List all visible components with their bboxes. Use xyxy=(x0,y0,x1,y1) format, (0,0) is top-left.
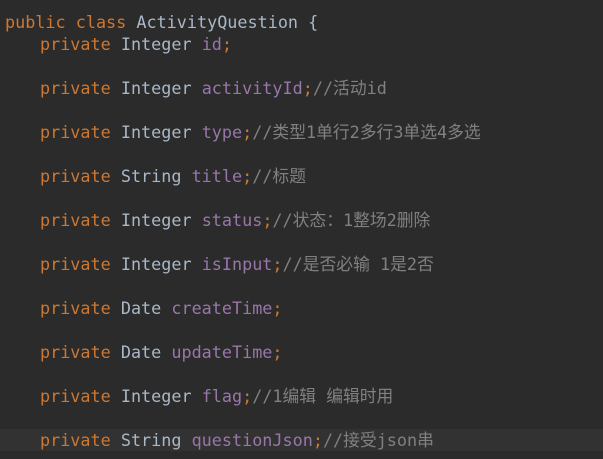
field-type: Integer xyxy=(120,254,192,274)
field-name: isInput xyxy=(201,254,273,274)
blank-line[interactable] xyxy=(0,143,603,165)
field-name: createTime xyxy=(171,298,273,318)
semicolon: ; xyxy=(272,342,283,362)
blank-line[interactable] xyxy=(0,187,603,209)
semicolon: ; xyxy=(242,166,253,186)
class-name: ActivityQuestion xyxy=(136,12,299,32)
semicolon: ; xyxy=(272,298,283,318)
blank-line[interactable] xyxy=(0,407,603,429)
field-type: Date xyxy=(120,298,162,318)
blank-line[interactable] xyxy=(0,55,603,77)
open-brace: { xyxy=(308,12,319,32)
field-type: Integer xyxy=(120,122,192,142)
blank-line[interactable] xyxy=(0,275,603,297)
semicolon: ; xyxy=(242,386,253,406)
field-line-status[interactable]: private Integer status;//状态：1整场2删除 xyxy=(0,209,603,231)
field-line-updateTime[interactable]: private Date updateTime; xyxy=(0,341,603,363)
semicolon: ; xyxy=(302,78,313,98)
field-type: Integer xyxy=(120,34,192,54)
field-type: String xyxy=(120,166,182,186)
field-comment: //1编辑 编辑时用 xyxy=(252,386,394,406)
field-comment: //是否必输 1是2否 xyxy=(282,254,434,274)
field-type: Date xyxy=(120,342,162,362)
field-comment: //标题 xyxy=(252,166,306,186)
field-comment: //状态：1整场2删除 xyxy=(272,210,431,230)
field-line-type[interactable]: private Integer type;//类型1单行2多行3单选4多选 xyxy=(0,121,603,143)
field-modifier: private xyxy=(40,34,111,54)
field-line-id[interactable]: private Integer id; xyxy=(0,33,603,55)
field-modifier: private xyxy=(40,298,111,318)
field-type: Integer xyxy=(120,386,192,406)
field-modifier: private xyxy=(40,342,111,362)
blank-line[interactable] xyxy=(0,363,603,385)
keyword-class: class xyxy=(75,12,127,32)
field-name: updateTime xyxy=(171,342,273,362)
blank-line[interactable] xyxy=(0,231,603,253)
semicolon: ; xyxy=(272,254,283,274)
field-type: Integer xyxy=(120,210,192,230)
field-name: id xyxy=(201,34,222,54)
field-comment: //接受json串 xyxy=(322,430,434,450)
field-modifier: private xyxy=(40,386,111,406)
field-type: Integer xyxy=(120,78,192,98)
field-modifier: private xyxy=(40,210,111,230)
field-line-title[interactable]: private String title;//标题 xyxy=(0,165,603,187)
field-name: title xyxy=(191,166,243,186)
field-type: String xyxy=(120,430,182,450)
semicolon: ; xyxy=(242,122,253,142)
semicolon: ; xyxy=(221,34,233,54)
blank-line[interactable] xyxy=(0,99,603,121)
field-modifier: private xyxy=(40,254,111,274)
field-name: activityId xyxy=(201,78,303,98)
class-declaration-line[interactable]: public class ActivityQuestion { xyxy=(0,11,603,33)
field-line-createTime[interactable]: private Date createTime; xyxy=(0,297,603,319)
field-modifier: private xyxy=(40,78,111,98)
blank-line[interactable] xyxy=(0,319,603,341)
field-line-activityId[interactable]: private Integer activityId;//活动id xyxy=(0,77,603,99)
field-line-questionJson[interactable]: private String questionJson;//接受json串 xyxy=(0,429,603,451)
field-name: status xyxy=(201,210,263,230)
code-editor[interactable]: public class ActivityQuestion { private … xyxy=(0,11,603,451)
field-name: flag xyxy=(201,386,243,406)
field-comment: //类型1单行2多行3单选4多选 xyxy=(252,122,481,142)
field-modifier: private xyxy=(40,166,111,186)
keyword-public: public xyxy=(5,12,66,32)
field-comment: //活动id xyxy=(312,78,387,98)
field-name: questionJson xyxy=(191,430,313,450)
semicolon: ; xyxy=(262,210,273,230)
semicolon: ; xyxy=(312,430,323,450)
field-modifier: private xyxy=(40,122,111,142)
field-line-isInput[interactable]: private Integer isInput;//是否必输 1是2否 xyxy=(0,253,603,275)
field-line-flag[interactable]: private Integer flag;//1编辑 编辑时用 xyxy=(0,385,603,407)
field-name: type xyxy=(201,122,243,142)
field-modifier: private xyxy=(40,430,111,450)
